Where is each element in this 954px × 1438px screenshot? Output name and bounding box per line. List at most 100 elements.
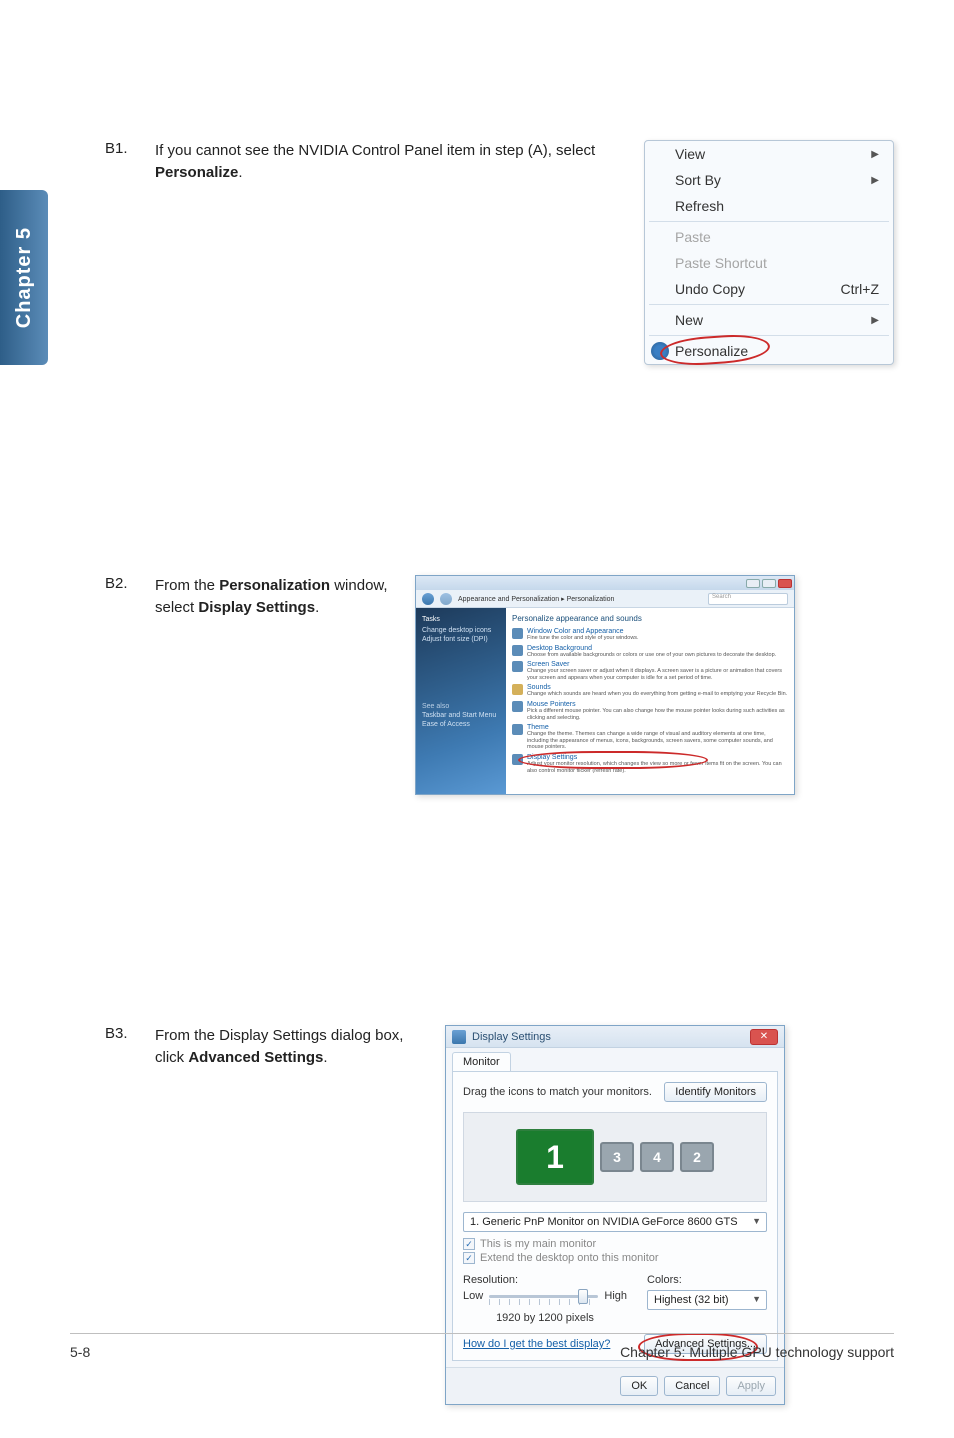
pers-titlebar (416, 576, 794, 590)
main-monitor-label: This is my main monitor (480, 1238, 596, 1250)
search-input[interactable]: Search (708, 593, 788, 605)
ctx-paste-shortcut: Paste Shortcut (645, 250, 893, 276)
colors-dropdown[interactable]: Highest (32 bit) (647, 1290, 767, 1310)
pers-main-heading: Personalize appearance and sounds (512, 614, 788, 623)
ctx-paste: Paste (645, 224, 893, 250)
desktop-context-menu: View ▶ Sort By ▶ Refresh Paste Paste Sho… (644, 140, 894, 365)
cancel-button[interactable]: Cancel (664, 1376, 720, 1396)
ctx-new[interactable]: New ▶ (645, 307, 893, 333)
pers-item-desc: Choose from available backgrounds or col… (527, 652, 788, 659)
step-b3-post: . (323, 1049, 327, 1066)
mouse-pointers-icon (512, 701, 523, 712)
step-b3-text: From the Display Settings dialog box, cl… (155, 1025, 445, 1069)
pers-address-bar: Appearance and Personalization ▸ Persona… (416, 590, 794, 608)
monitor-4[interactable]: 4 (640, 1142, 674, 1172)
slider-low-label: Low (463, 1290, 483, 1302)
apply-button[interactable]: Apply (726, 1376, 776, 1396)
colors-label: Colors: (647, 1274, 767, 1286)
step-b3-bold: Advanced Settings (188, 1049, 323, 1066)
step-b2-text: From the Personalization window, select … (155, 575, 415, 619)
display-settings-icon (512, 754, 523, 765)
nav-back-icon[interactable] (422, 593, 434, 605)
ctx-paste-label: Paste (675, 229, 711, 245)
ctx-undo-copy-label: Undo Copy (675, 281, 745, 297)
theme-icon (512, 724, 523, 735)
sounds-icon (512, 684, 523, 695)
page-footer: 5-8 Chapter 5: Multiple GPU technology s… (70, 1333, 894, 1360)
task-change-desktop-icons[interactable]: Change desktop icons (422, 627, 500, 634)
step-b2-post: . (315, 599, 319, 616)
extend-desktop-checkbox: ✓ Extend the desktop onto this monitor (463, 1252, 767, 1264)
step-b1: B1. If you cannot see the NVIDIA Control… (105, 140, 894, 365)
maximize-button[interactable] (762, 579, 776, 588)
monitor-arrangement-canvas[interactable]: 1 3 4 2 (463, 1112, 767, 1202)
monitor-1[interactable]: 1 (516, 1129, 594, 1185)
tasks-heading: Tasks (422, 616, 500, 623)
drag-monitors-label: Drag the icons to match your monitors. (463, 1086, 652, 1098)
ctx-view-label: View (675, 146, 705, 162)
personalization-window: Appearance and Personalization ▸ Persona… (415, 575, 795, 795)
step-b2-bold2: Display Settings (198, 599, 315, 616)
pers-item-theme[interactable]: ThemeChange the theme. Themes can change… (512, 724, 788, 751)
step-b1-text: If you cannot see the NVIDIA Control Pan… (155, 140, 644, 184)
ok-button[interactable]: OK (620, 1376, 658, 1396)
pers-item-title: Mouse Pointers (527, 701, 788, 708)
chapter-side-tab-label: Chapter 5 (13, 227, 36, 328)
monitor-2[interactable]: 2 (680, 1142, 714, 1172)
see-also-ease-of-access[interactable]: Ease of Access (422, 721, 500, 728)
pers-item-mouse-pointers[interactable]: Mouse PointersPick a different mouse poi… (512, 701, 788, 721)
monitor-3[interactable]: 3 (600, 1142, 634, 1172)
step-b2: B2. From the Personalization window, sel… (105, 575, 894, 795)
step-b1-pre: If you cannot see the NVIDIA Control Pan… (155, 142, 595, 159)
monitor-select-dropdown[interactable]: 1. Generic PnP Monitor on NVIDIA GeForce… (463, 1212, 767, 1232)
disp-titlebar: Display Settings ✕ (446, 1026, 784, 1048)
window-color-icon (512, 628, 523, 639)
extend-desktop-label: Extend the desktop onto this monitor (480, 1252, 659, 1264)
ctx-paste-shortcut-label: Paste Shortcut (675, 255, 767, 271)
nav-forward-icon[interactable] (440, 593, 452, 605)
see-also-heading: See also (422, 703, 500, 710)
minimize-button[interactable] (746, 579, 760, 588)
pers-item-desc: Change the theme. Themes can change a wi… (527, 731, 788, 751)
ctx-sortby-label: Sort By (675, 172, 721, 188)
ctx-refresh[interactable]: Refresh (645, 193, 893, 219)
display-settings-title-icon (452, 1030, 466, 1044)
task-adjust-font-size[interactable]: Adjust font size (DPI) (422, 636, 500, 643)
breadcrumb[interactable]: Appearance and Personalization ▸ Persona… (458, 595, 702, 603)
main-monitor-checkbox: ✓ This is my main monitor (463, 1238, 767, 1250)
pers-item-screen-saver[interactable]: Screen SaverChange your screen saver or … (512, 661, 788, 681)
pers-item-title: Sounds (527, 684, 788, 691)
close-button[interactable] (778, 579, 792, 588)
resolution-value: 1920 by 1200 pixels (463, 1312, 627, 1324)
ctx-view[interactable]: View ▶ (645, 141, 893, 167)
desktop-bg-icon (512, 645, 523, 656)
pers-item-desc: Pick a different mouse pointer. You can … (527, 708, 788, 721)
slider-thumb-icon[interactable] (578, 1289, 588, 1304)
identify-monitors-button[interactable]: Identify Monitors (664, 1082, 767, 1102)
pers-item-title: Display Settings (527, 754, 788, 761)
pers-item-window-color[interactable]: Window Color and AppearanceFine tune the… (512, 628, 788, 642)
ctx-refresh-label: Refresh (675, 198, 724, 214)
close-button[interactable]: ✕ (750, 1029, 778, 1045)
pers-item-title: Desktop Background (527, 645, 788, 652)
personalize-icon (651, 342, 669, 360)
screen-saver-icon (512, 661, 523, 672)
ctx-sort-by[interactable]: Sort By ▶ (645, 167, 893, 193)
ctx-personalize[interactable]: Personalize (645, 338, 893, 364)
step-b1-number: B1. (105, 140, 155, 157)
submenu-arrow-icon: ▶ (871, 315, 879, 326)
pers-item-desktop-bg[interactable]: Desktop BackgroundChoose from available … (512, 645, 788, 659)
pers-item-display-settings[interactable]: Display SettingsAdjust your monitor reso… (512, 754, 788, 774)
disp-title-text: Display Settings (472, 1031, 551, 1043)
page-number: 5-8 (70, 1344, 90, 1360)
resolution-slider[interactable] (489, 1295, 598, 1298)
pers-item-desc: Fine tune the color and style of your wi… (527, 635, 788, 642)
see-also-taskbar[interactable]: Taskbar and Start Menu (422, 712, 500, 719)
pers-main-panel: Personalize appearance and sounds Window… (506, 608, 794, 794)
ctx-undo-copy[interactable]: Undo Copy Ctrl+Z (645, 276, 893, 302)
pers-item-desc: Adjust your monitor resolution, which ch… (527, 761, 788, 774)
checkbox-icon: ✓ (463, 1238, 475, 1250)
tab-monitor[interactable]: Monitor (452, 1052, 511, 1071)
pers-item-sounds[interactable]: SoundsChange which sounds are heard when… (512, 684, 788, 698)
step-b3-number: B3. (105, 1025, 155, 1042)
